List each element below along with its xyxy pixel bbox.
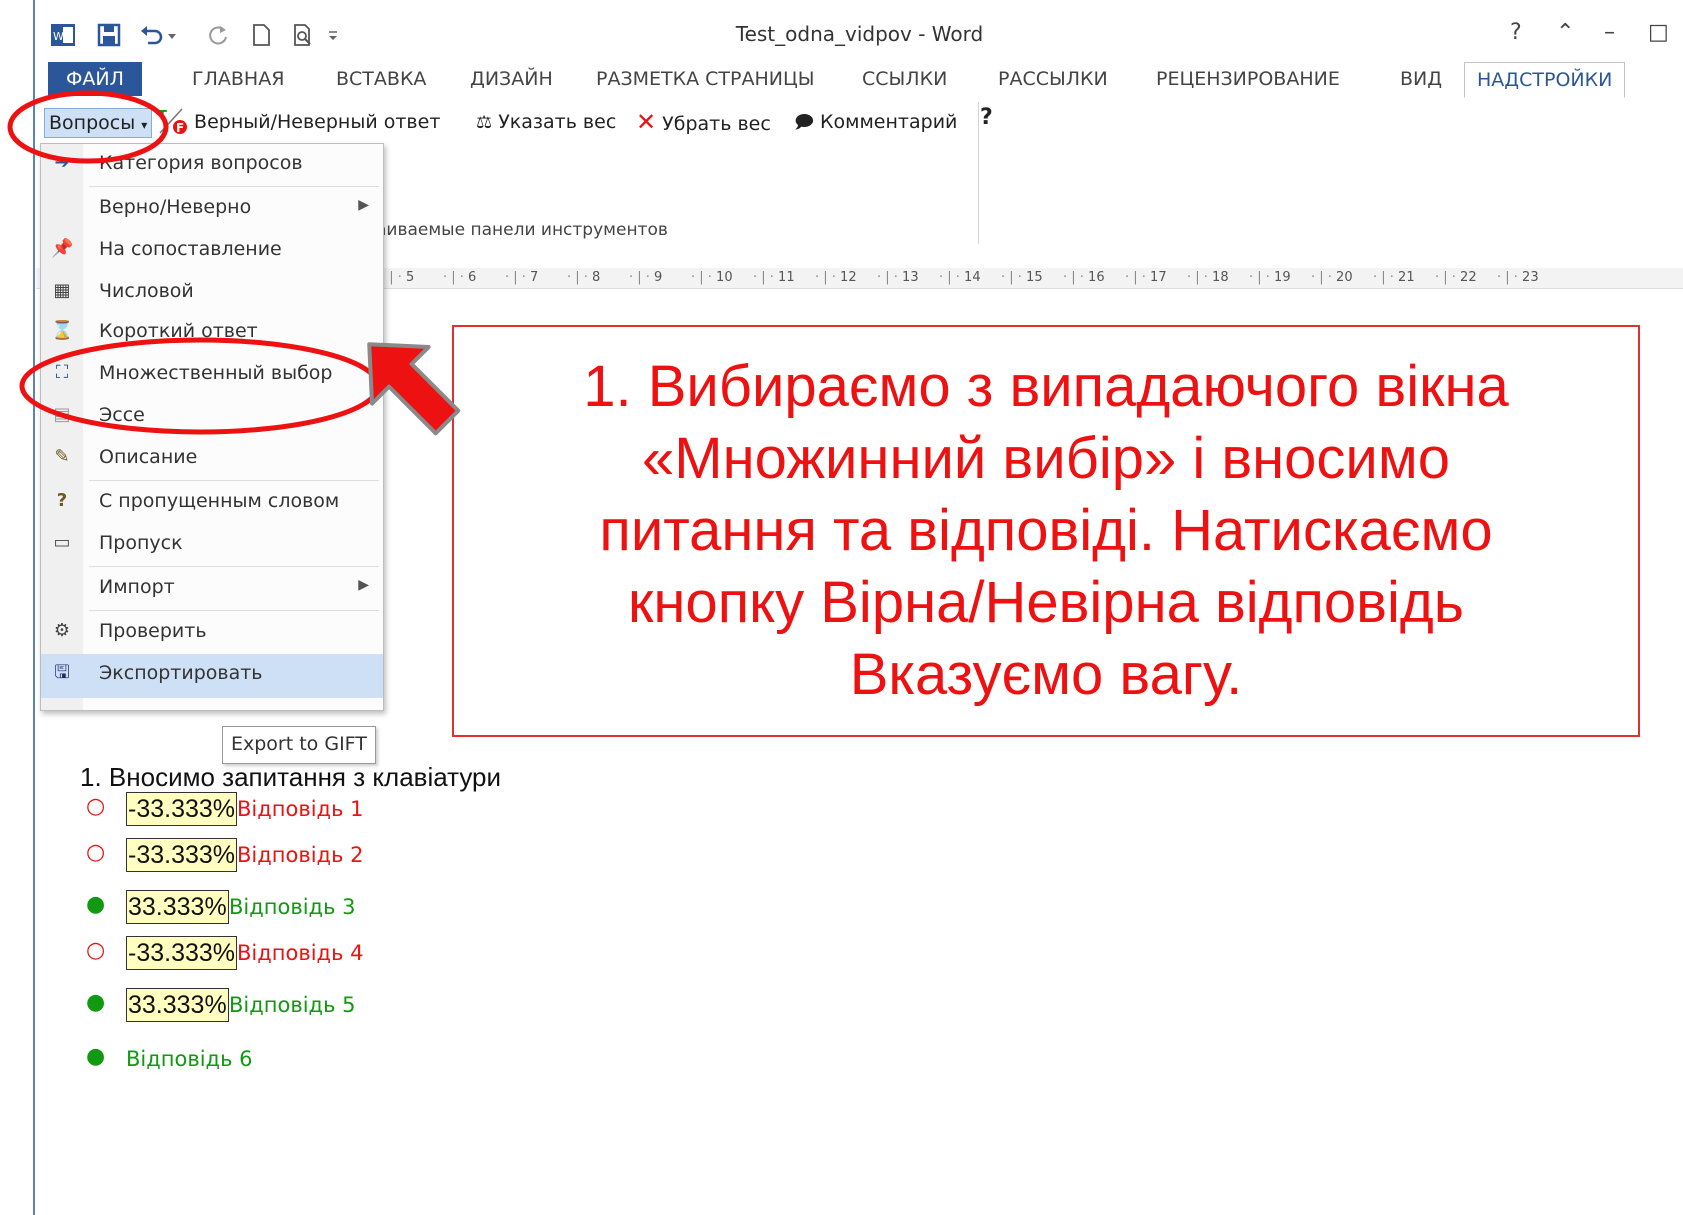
annotation-arrow bbox=[367, 342, 461, 436]
annotation-oval-multiple-choice bbox=[19, 337, 381, 435]
annotation-overlay bbox=[7, 90, 461, 436]
annotation-oval-questions bbox=[7, 90, 169, 164]
